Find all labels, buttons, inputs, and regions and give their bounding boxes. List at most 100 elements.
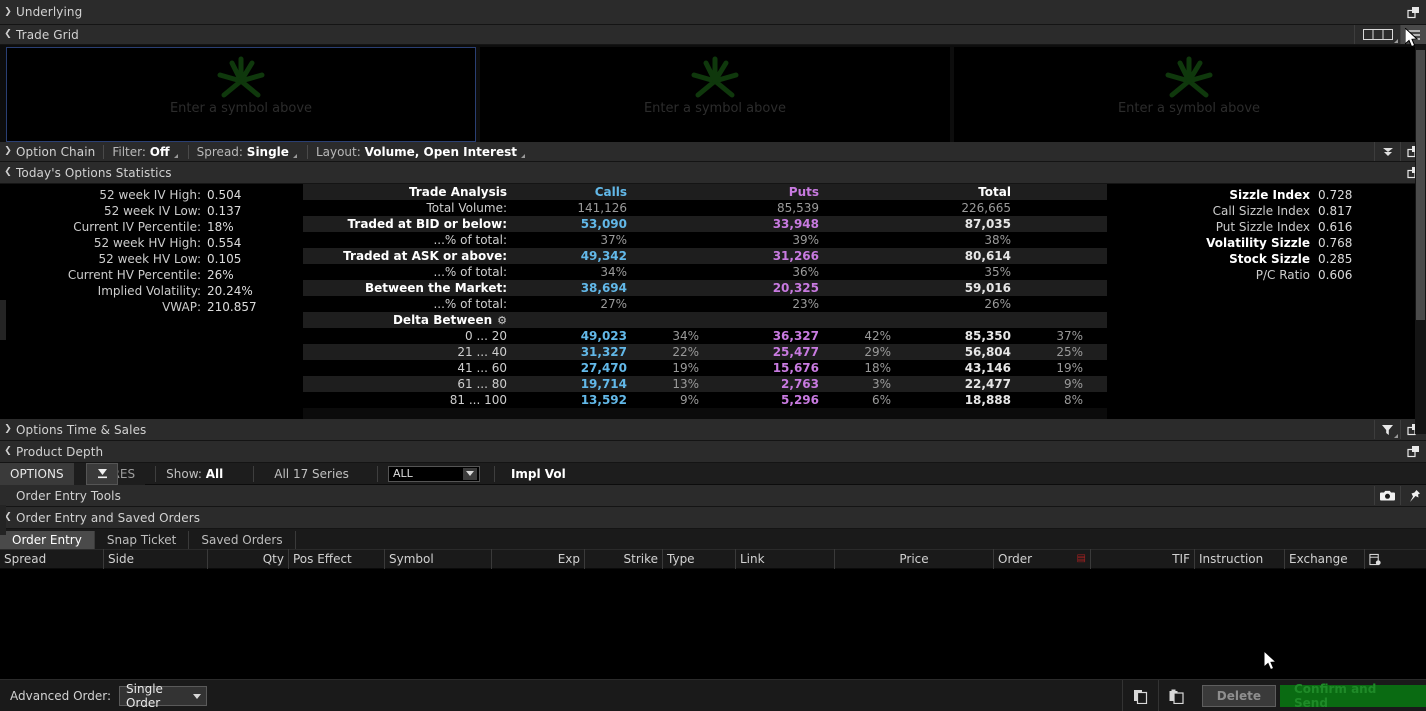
row-total: 226,665 — [961, 201, 1011, 215]
section-header-order-entry-tools[interactable]: Order Entry Tools — [0, 485, 1426, 507]
order-column-instruction[interactable]: Instruction — [1195, 549, 1285, 569]
section-header-options-time-sales[interactable]: ❯ Options Time & Sales — [0, 419, 1426, 441]
order-column-exchange[interactable]: Exchange — [1285, 549, 1365, 569]
chevron-right-icon: ❯ — [4, 424, 12, 434]
section-header-product-depth[interactable]: ❮ Product Depth — [0, 441, 1426, 463]
gear-icon[interactable]: ⚙ — [497, 314, 507, 327]
volatility-stats-list: 52 week IV High: 0.504 52 week IV Low: 0.13… — [0, 184, 303, 419]
order-column-pos-effect[interactable]: Pos Effect — [289, 549, 385, 569]
layout-selector[interactable]: Layout: Volume, Open Interest — [316, 145, 527, 159]
advanced-order-value: Single Order — [126, 682, 163, 710]
delta-puts: 25,477 — [772, 345, 819, 359]
header-puts: Puts — [788, 185, 819, 199]
product-depth-collapse-widget[interactable] — [86, 463, 118, 485]
order-entry-tabs: Order Entry Snap Ticket Saved Orders — [0, 529, 1426, 549]
spread-label: Spread: — [196, 144, 243, 159]
order-column-symbol[interactable]: Symbol — [385, 549, 492, 569]
left-resize-grip[interactable] — [0, 505, 6, 535]
trade-grid-cell[interactable]: Enter a symbol above — [954, 47, 1424, 142]
volatility-stat-row: 52 week HV Low: 0.105 — [0, 251, 303, 267]
copy-order-button[interactable] — [1121, 679, 1158, 711]
product-depth-popout-button[interactable] — [1400, 442, 1426, 461]
column-settings-icon — [1369, 553, 1381, 565]
volatility-stat-row: Current IV Percentile: 18% — [0, 219, 303, 235]
volatility-stat-row-value: 0.105 — [207, 252, 242, 266]
confirm-and-send-button[interactable]: Confirm and Send — [1280, 682, 1426, 710]
sizzle-stat-row: Sizzle Index 0.728 — [1107, 187, 1426, 203]
section-header-order-entry[interactable]: ❮ Order Entry and Saved Orders — [0, 507, 1426, 529]
delta-row: 81 ... 100 13,592 9% 5,296 6% 18,888 8% — [303, 392, 1119, 408]
left-resize-grip[interactable] — [0, 300, 6, 340]
trade-grid-cell[interactable]: Enter a symbol above — [480, 47, 950, 142]
order-column-link[interactable]: Link — [736, 549, 835, 569]
row-calls: 34% — [600, 265, 627, 279]
order-entry-tab-0[interactable]: Order Entry — [0, 531, 95, 549]
sizzle-stat-row: Call Sizzle Index 0.817 — [1107, 203, 1426, 219]
order-column-type[interactable]: Type — [663, 549, 736, 569]
row-total: 80,614 — [964, 249, 1011, 263]
layout-label: Layout: — [315, 144, 361, 159]
paste-order-button[interactable] — [1157, 679, 1194, 711]
popout-button-underlying[interactable] — [1400, 3, 1426, 22]
volatility-stat-row-label: Current HV Percentile: — [67, 268, 201, 282]
section-header-options-statistics[interactable]: ❮ Today's Options Statistics — [0, 162, 1426, 184]
section-header-trade-grid[interactable]: ❮ Trade Grid — [0, 25, 1426, 45]
main-scrollbar[interactable] — [1415, 44, 1426, 434]
order-column-side[interactable]: Side — [104, 549, 208, 569]
volatility-stat-row-value: 0.554 — [207, 236, 242, 250]
delete-button[interactable]: Delete — [1201, 685, 1276, 707]
product-depth-select-value: ALL — [392, 467, 413, 480]
sizzle-stat-row-value: 0.285 — [1318, 252, 1353, 266]
order-column-strike[interactable]: Strike — [585, 549, 663, 569]
paste-icon — [1169, 689, 1184, 704]
product-depth-series[interactable]: All 17 Series — [274, 467, 349, 481]
row-label: Total Volume: — [426, 201, 507, 215]
option-chain-collapse-button[interactable] — [1374, 142, 1400, 161]
delta-range: 61 ... 80 — [457, 377, 507, 391]
spread-selector[interactable]: Spread: Single — [197, 145, 299, 159]
order-column-exp[interactable]: Exp — [492, 549, 585, 569]
order-column-price[interactable]: Price — [835, 549, 994, 569]
product-depth-tab-options[interactable]: OPTIONS — [0, 462, 74, 485]
row-label: Traded at BID or below: — [347, 217, 507, 231]
row-label: ...% of total: — [433, 297, 507, 311]
delta-total-pct: 8% — [1063, 393, 1083, 407]
section-header-option-chain[interactable]: ❯ Option Chain Filter: Off Spread: Singl… — [0, 142, 1426, 162]
screenshot-button[interactable] — [1374, 486, 1400, 505]
delta-total: 22,477 — [964, 377, 1011, 391]
trade-grid-cell[interactable]: Enter a symbol above — [6, 47, 476, 142]
product-depth-toolbar: OPTIONS RES Show: All All 17 Series ALL … — [0, 462, 1426, 485]
row-label: ...% of total: — [433, 233, 507, 247]
pin-button[interactable] — [1400, 486, 1426, 505]
delta-total: 85,350 — [964, 329, 1011, 343]
trade-analysis-row: ...% of total: 37% 39% 38% — [303, 232, 1119, 248]
order-entry-tab-1[interactable]: Snap Ticket — [95, 531, 190, 549]
advanced-order-select[interactable]: Single Order — [119, 682, 208, 710]
collapse-widget-icon — [97, 469, 107, 479]
trade-grid-layout-button[interactable] — [1354, 25, 1400, 44]
order-entry-tab-2[interactable]: Saved Orders — [189, 531, 296, 549]
product-depth-show[interactable]: Show: All — [166, 467, 223, 481]
delta-puts-pct: 29% — [864, 345, 891, 359]
delta-between-header-row[interactable]: Delta Between ⚙ — [303, 312, 1119, 328]
row-calls: 53,090 — [580, 217, 627, 231]
order-column-order[interactable]: Order ▤ — [994, 549, 1091, 569]
order-column-spread[interactable]: Spread — [0, 549, 104, 569]
scrollbar-thumb[interactable] — [1416, 50, 1425, 320]
sizzle-stat-row-label: Stock Sizzle — [1229, 252, 1310, 266]
filter-value: Off — [149, 144, 170, 159]
column-settings-button[interactable] — [1365, 549, 1385, 569]
popout-icon — [1406, 6, 1419, 18]
product-depth-select[interactable]: ALL — [387, 465, 480, 482]
time-sales-filter-button[interactable] — [1374, 420, 1400, 439]
volatility-stat-row: Implied Volatility: 20.24% — [0, 283, 303, 299]
trade-grid-menu-button[interactable] — [1400, 25, 1426, 44]
volatility-stat-row-label: Implied Volatility: — [97, 284, 201, 298]
section-header-underlying[interactable]: ❯ Underlying — [0, 0, 1426, 25]
trade-analysis-header-row: Trade Analysis Calls Puts Total — [303, 184, 1119, 200]
filter-selector[interactable]: Filter: Off — [112, 145, 179, 159]
row-total: 35% — [984, 265, 1011, 279]
order-entry-rows-area[interactable] — [0, 569, 1426, 679]
order-column-qty[interactable]: Qty — [208, 549, 289, 569]
order-column-tif[interactable]: TIF — [1091, 549, 1195, 569]
